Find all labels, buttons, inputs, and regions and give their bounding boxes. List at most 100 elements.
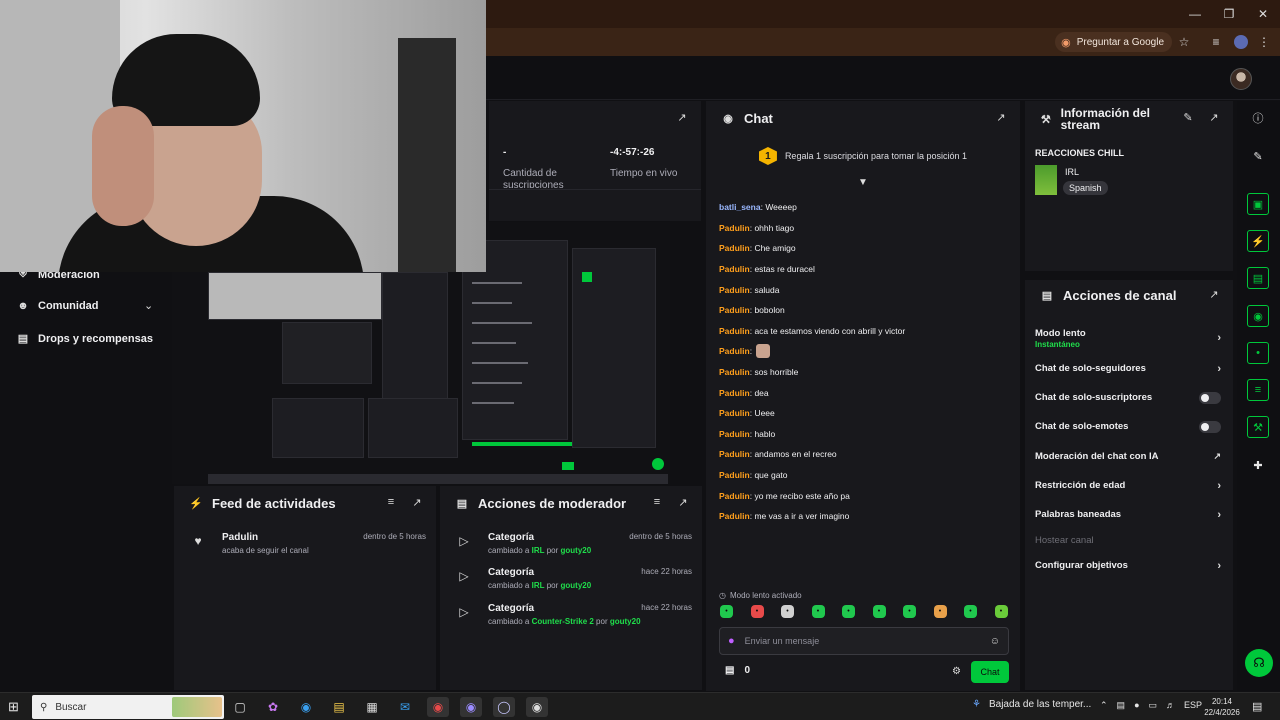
input-language[interactable]: ESP <box>1184 700 1202 711</box>
chevron-down-icon[interactable]: ⌄ <box>144 299 153 312</box>
emote-icon[interactable]: • <box>842 605 855 618</box>
emote-icon[interactable]: • <box>903 605 916 618</box>
ask-google-button[interactable]: ◉ Preguntar a Google <box>1055 32 1172 52</box>
lightning-icon[interactable]: ⚡ <box>1247 230 1269 252</box>
chat-username[interactable]: Padulin <box>719 223 750 233</box>
collapse-icon[interactable]: ▼ <box>858 177 868 188</box>
close-icon[interactable]: ✕ <box>1246 0 1280 28</box>
popout-icon[interactable]: ↗ <box>994 111 1008 124</box>
system-clock[interactable]: 20:14 22/4/2026 <box>1204 696 1240 718</box>
chat-username[interactable]: Padulin <box>719 264 750 274</box>
action-set-goals[interactable]: Configurar objetivos › <box>1035 560 1221 572</box>
popout-icon[interactable]: ↗ <box>410 496 424 509</box>
emotes-only-toggle[interactable] <box>1199 421 1221 433</box>
emote-picker-icon[interactable]: ☺ <box>990 636 1000 647</box>
action-banned-words[interactable]: Palabras baneadas › <box>1035 509 1221 521</box>
popout-icon[interactable]: ↗ <box>1207 111 1221 124</box>
notification-icon[interactable]: ▤ <box>1252 700 1262 713</box>
chevron-up-icon[interactable]: ⌃ <box>1100 700 1108 711</box>
microphone-icon[interactable]: ● <box>1134 700 1139 711</box>
chat-username[interactable]: Padulin <box>719 305 750 315</box>
windows-start-icon[interactable]: ⊞ <box>8 699 19 715</box>
info-icon[interactable]: ⓘ <box>1247 107 1269 129</box>
popout-icon[interactable]: ↗ <box>676 496 690 509</box>
popout-icon[interactable]: ↗ <box>1207 288 1221 301</box>
chat-username[interactable]: Padulin <box>719 449 750 459</box>
filter-icon[interactable]: ≡ <box>650 496 664 509</box>
filter-icon[interactable]: ≡ <box>384 496 398 509</box>
sub-gift-banner[interactable]: 1 Regala 1 suscripción para tomar la pos… <box>706 141 1020 171</box>
tab-search-icon[interactable]: ≡ <box>1208 34 1224 50</box>
chat-send-button[interactable]: Chat <box>971 661 1009 683</box>
broadcast-icon[interactable]: • <box>1247 342 1269 364</box>
edit-icon[interactable]: ✎ <box>1247 145 1269 167</box>
emote-icon[interactable]: • <box>872 605 886 618</box>
edit-icon[interactable]: ✎ <box>1181 111 1195 124</box>
volume-icon[interactable]: ♬ <box>1166 700 1175 711</box>
obs-icon[interactable]: ◯ <box>493 697 515 717</box>
microphone-icon[interactable]: ● <box>728 635 735 647</box>
emote-icon[interactable]: • <box>811 605 825 618</box>
maximize-icon[interactable]: ❐ <box>1212 0 1246 28</box>
task-view-icon[interactable]: ▢ <box>229 697 251 717</box>
emote-icon[interactable]: • <box>720 605 733 618</box>
wrench-icon[interactable]: ⚒ <box>1247 416 1269 438</box>
nav-item-drops[interactable]: ▤ Drops y recompensas <box>16 332 153 346</box>
emote-icon[interactable]: • <box>994 605 1008 618</box>
heart-icon: ♥ <box>194 534 202 548</box>
emote-icon[interactable]: • <box>750 605 764 618</box>
chat-username[interactable]: Padulin <box>719 285 750 295</box>
chat-username[interactable]: Padulin <box>719 367 750 377</box>
emote-icon[interactable]: • <box>781 605 794 618</box>
chat-username[interactable]: Padulin <box>719 388 750 398</box>
action-slow-mode[interactable]: Modo lento Instantáneo › <box>1035 328 1221 349</box>
emote-icon[interactable]: • <box>933 605 947 618</box>
help-button[interactable]: ☊ <box>1245 649 1273 677</box>
tasks-icon[interactable]: ≡ <box>1247 379 1269 401</box>
clock-time: 20:14 <box>1211 697 1233 706</box>
discord-icon[interactable]: ◉ <box>460 697 482 717</box>
action-followers-only[interactable]: Chat de solo-seguidores › <box>1035 363 1221 375</box>
profile-avatar-icon[interactable] <box>1234 35 1248 49</box>
mail-icon[interactable]: ✉ <box>394 697 416 717</box>
nav-item-comunidad[interactable]: ☻ Comunidad <box>16 300 98 312</box>
chat-username[interactable]: Padulin <box>719 491 750 501</box>
minimize-icon[interactable]: — <box>1178 0 1212 28</box>
action-age-restriction[interactable]: Restricción de edad › <box>1035 480 1221 492</box>
edge-icon[interactable]: ◉ <box>295 697 317 717</box>
steam-icon[interactable]: ◉ <box>526 697 548 717</box>
subs-only-toggle[interactable] <box>1199 392 1221 404</box>
file-explorer-icon[interactable]: ▤ <box>328 697 350 717</box>
channel-points[interactable]: ▤ 0 <box>725 665 750 676</box>
chat-username[interactable]: Padulin <box>719 429 750 439</box>
points-value: 0 <box>744 665 751 676</box>
copilot-icon[interactable]: ✿ <box>262 697 284 717</box>
popout-icon[interactable]: ↗ <box>675 111 689 124</box>
chat-username[interactable]: Padulin <box>719 470 750 480</box>
action-ai-moderation[interactable]: Moderación del chat con IA ↗ <box>1035 451 1221 462</box>
taskbar-search[interactable]: ⚲ Buscar <box>32 695 224 719</box>
chat-username[interactable]: Padulin <box>719 511 750 521</box>
bookmark-star-icon[interactable]: ☆ <box>1176 34 1192 50</box>
add-action-icon[interactable]: ✚ <box>1247 454 1269 476</box>
battery-icon[interactable]: ▭ <box>1149 700 1158 711</box>
chat-username[interactable]: Padulin <box>719 408 750 418</box>
chat-input[interactable]: ● Enviar un mensaje ☺ <box>719 627 1009 655</box>
chat-username[interactable]: batli_sena <box>719 202 761 212</box>
gear-icon[interactable]: ⚙ <box>952 666 961 677</box>
emote-icon[interactable]: • <box>964 605 977 618</box>
search-icon: ⚲ <box>40 701 48 713</box>
chat-username[interactable]: Padulin <box>719 243 750 253</box>
chat-username[interactable]: Padulin <box>719 346 750 356</box>
weather-widget[interactable]: ⚘ Bajada de las temper... <box>972 699 1091 710</box>
chat-text: bobolon <box>754 305 785 316</box>
chat-username[interactable]: Padulin <box>719 326 750 336</box>
user-avatar[interactable] <box>1230 68 1252 90</box>
clip-icon[interactable]: ▣ <box>1247 193 1269 215</box>
chrome-icon[interactable]: ◉ <box>427 697 449 717</box>
store-icon[interactable]: ▦ <box>361 697 383 717</box>
network-icon[interactable]: ▤ <box>1117 700 1126 711</box>
chat-bubble-icon[interactable]: ◉ <box>1247 305 1269 327</box>
browser-menu-icon[interactable]: ⋮ <box>1256 34 1272 50</box>
delete-icon[interactable]: ▤ <box>1247 267 1269 289</box>
